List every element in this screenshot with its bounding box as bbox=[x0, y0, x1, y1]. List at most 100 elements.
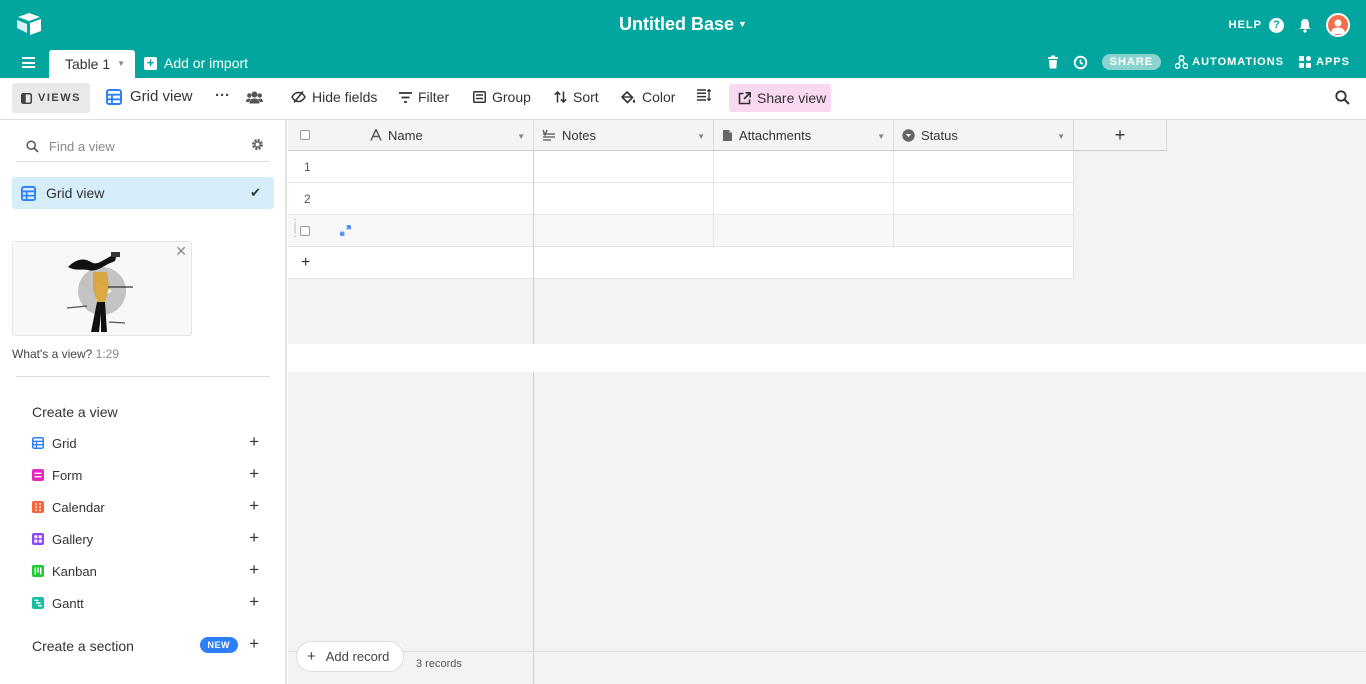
gantt-view-icon bbox=[32, 597, 44, 609]
table-row[interactable]: 2 bbox=[288, 183, 1074, 215]
avatar[interactable] bbox=[1326, 13, 1350, 37]
create-gantt-view[interactable]: Gantt + bbox=[32, 591, 264, 615]
notes-cell[interactable] bbox=[534, 215, 714, 247]
text-field-icon bbox=[370, 129, 382, 141]
add-row-plus-icon[interactable]: + bbox=[288, 247, 534, 279]
status-cell[interactable] bbox=[894, 183, 1074, 215]
base-title[interactable]: Untitled Base ▼ bbox=[619, 14, 747, 34]
share-button[interactable]: SHARE bbox=[1101, 54, 1162, 70]
drag-handle-icon[interactable]: ⋮ ⋮ ⋮ bbox=[290, 219, 300, 239]
plus-icon[interactable]: + bbox=[249, 634, 259, 654]
plus-icon[interactable]: + bbox=[249, 496, 259, 516]
chevron-down-icon[interactable]: ▼ bbox=[697, 132, 705, 141]
help-icon[interactable]: ? bbox=[1269, 17, 1284, 33]
create-grid-view[interactable]: Grid + bbox=[32, 431, 264, 455]
find-view-input[interactable] bbox=[49, 139, 229, 154]
expand-record-icon[interactable] bbox=[340, 225, 351, 236]
chevron-down-icon[interactable]: ▼ bbox=[877, 132, 885, 141]
column-header-name[interactable]: Name ▼ bbox=[288, 120, 534, 151]
attachments-cell[interactable] bbox=[714, 215, 894, 247]
attachments-cell[interactable] bbox=[714, 183, 894, 215]
video-thumbnail[interactable]: ✕ bbox=[12, 241, 192, 336]
add-row[interactable]: + bbox=[288, 247, 1074, 279]
views-sidebar: Grid view ✔ ✕ What's a view? 1:29 Create… bbox=[0, 120, 287, 684]
status-cell[interactable] bbox=[894, 215, 1074, 247]
automations-icon bbox=[1175, 55, 1189, 69]
sidebar-toggle-icon bbox=[21, 92, 33, 104]
create-kanban-view[interactable]: Kanban + bbox=[32, 559, 264, 583]
filter-icon bbox=[399, 91, 412, 103]
eye-slash-icon bbox=[291, 91, 306, 103]
views-toggle-button[interactable]: VIEWS bbox=[12, 83, 90, 113]
apps-button[interactable]: APPS bbox=[1298, 55, 1350, 69]
plus-icon[interactable]: + bbox=[249, 432, 259, 452]
create-form-view[interactable]: Form + bbox=[32, 463, 264, 487]
status-cell[interactable] bbox=[894, 151, 1074, 183]
airtable-logo-icon[interactable] bbox=[16, 12, 42, 36]
column-header-notes[interactable]: Notes ▼ bbox=[534, 120, 714, 151]
create-gallery-view[interactable]: Gallery + bbox=[32, 527, 264, 551]
chevron-down-icon[interactable]: ▼ bbox=[517, 132, 525, 141]
plus-icon[interactable]: + bbox=[249, 560, 259, 580]
more-options-icon[interactable]: ··· bbox=[215, 87, 230, 104]
chevron-down-icon: ▼ bbox=[738, 19, 747, 29]
color-button[interactable]: Color bbox=[621, 89, 675, 105]
plus-icon: + bbox=[144, 56, 157, 70]
create-calendar-view[interactable]: Calendar + bbox=[32, 495, 264, 519]
filter-button[interactable]: Filter bbox=[399, 89, 449, 105]
bell-icon[interactable] bbox=[1298, 18, 1312, 33]
add-or-import-button[interactable]: + Add or import bbox=[144, 55, 248, 71]
close-icon[interactable]: ✕ bbox=[175, 243, 187, 260]
plus-icon[interactable]: + bbox=[249, 464, 259, 484]
trash-icon[interactable] bbox=[1047, 55, 1059, 69]
select-all-checkbox[interactable] bbox=[300, 130, 310, 140]
row-height-button[interactable] bbox=[697, 89, 711, 101]
row-checkbox[interactable] bbox=[300, 225, 310, 236]
chevron-down-icon[interactable]: ▼ bbox=[1057, 132, 1065, 141]
user-icon bbox=[1331, 19, 1345, 34]
form-view-icon bbox=[32, 469, 44, 481]
column-header-attachments[interactable]: Attachments ▼ bbox=[714, 120, 894, 151]
gallery-view-icon bbox=[32, 533, 44, 545]
attachment-field-icon bbox=[722, 129, 733, 142]
plus-icon: + bbox=[307, 648, 316, 665]
chevron-down-icon[interactable]: ▼ bbox=[117, 59, 125, 68]
add-field-button[interactable]: + bbox=[1074, 120, 1167, 151]
search-icon bbox=[26, 140, 39, 153]
help-button[interactable]: HELP bbox=[1229, 19, 1262, 31]
current-view-menu[interactable]: Grid view bbox=[106, 88, 193, 105]
search-icon[interactable] bbox=[1335, 90, 1350, 105]
attachments-cell[interactable] bbox=[714, 151, 894, 183]
tab-table-1[interactable]: Table 1 ▼ bbox=[49, 50, 135, 78]
collaborators-icon[interactable] bbox=[246, 90, 263, 104]
notes-cell[interactable] bbox=[534, 183, 714, 215]
group-button[interactable]: Group bbox=[473, 89, 531, 105]
share-view-button[interactable]: Share view bbox=[729, 84, 831, 112]
sort-icon bbox=[554, 91, 567, 103]
find-view-row bbox=[16, 132, 270, 162]
automations-button[interactable]: AUTOMATIONS bbox=[1175, 55, 1284, 69]
sort-button[interactable]: Sort bbox=[554, 89, 599, 105]
share-external-icon bbox=[738, 91, 751, 104]
create-section-button[interactable]: Create a section NEW + bbox=[32, 634, 264, 658]
table-row[interactable]: 1 bbox=[288, 151, 1074, 183]
hide-fields-button[interactable]: Hide fields bbox=[291, 89, 377, 105]
top-bar: Untitled Base ▼ HELP ? Table 1 ▼ + Add or… bbox=[0, 0, 1366, 78]
records-count: 3 records bbox=[416, 658, 462, 670]
history-icon[interactable] bbox=[1073, 55, 1088, 70]
gear-icon[interactable] bbox=[251, 138, 264, 151]
video-caption[interactable]: What's a view? 1:29 bbox=[12, 347, 119, 361]
table-row[interactable]: ⋮ ⋮ ⋮ bbox=[288, 215, 1074, 247]
single-select-field-icon bbox=[902, 128, 915, 142]
grid-view-icon bbox=[106, 88, 122, 105]
grid-view-icon bbox=[32, 437, 44, 449]
hamburger-menu-icon[interactable] bbox=[22, 57, 35, 68]
column-header-status[interactable]: Status ▼ bbox=[894, 120, 1074, 151]
notes-cell[interactable] bbox=[534, 151, 714, 183]
add-record-button[interactable]: + Add record bbox=[296, 641, 405, 672]
plus-icon: + bbox=[1114, 124, 1126, 145]
sidebar-item-grid-view[interactable]: Grid view ✔ bbox=[12, 177, 274, 209]
plus-icon[interactable]: + bbox=[249, 528, 259, 548]
apps-icon bbox=[1299, 56, 1312, 68]
plus-icon[interactable]: + bbox=[249, 592, 259, 612]
